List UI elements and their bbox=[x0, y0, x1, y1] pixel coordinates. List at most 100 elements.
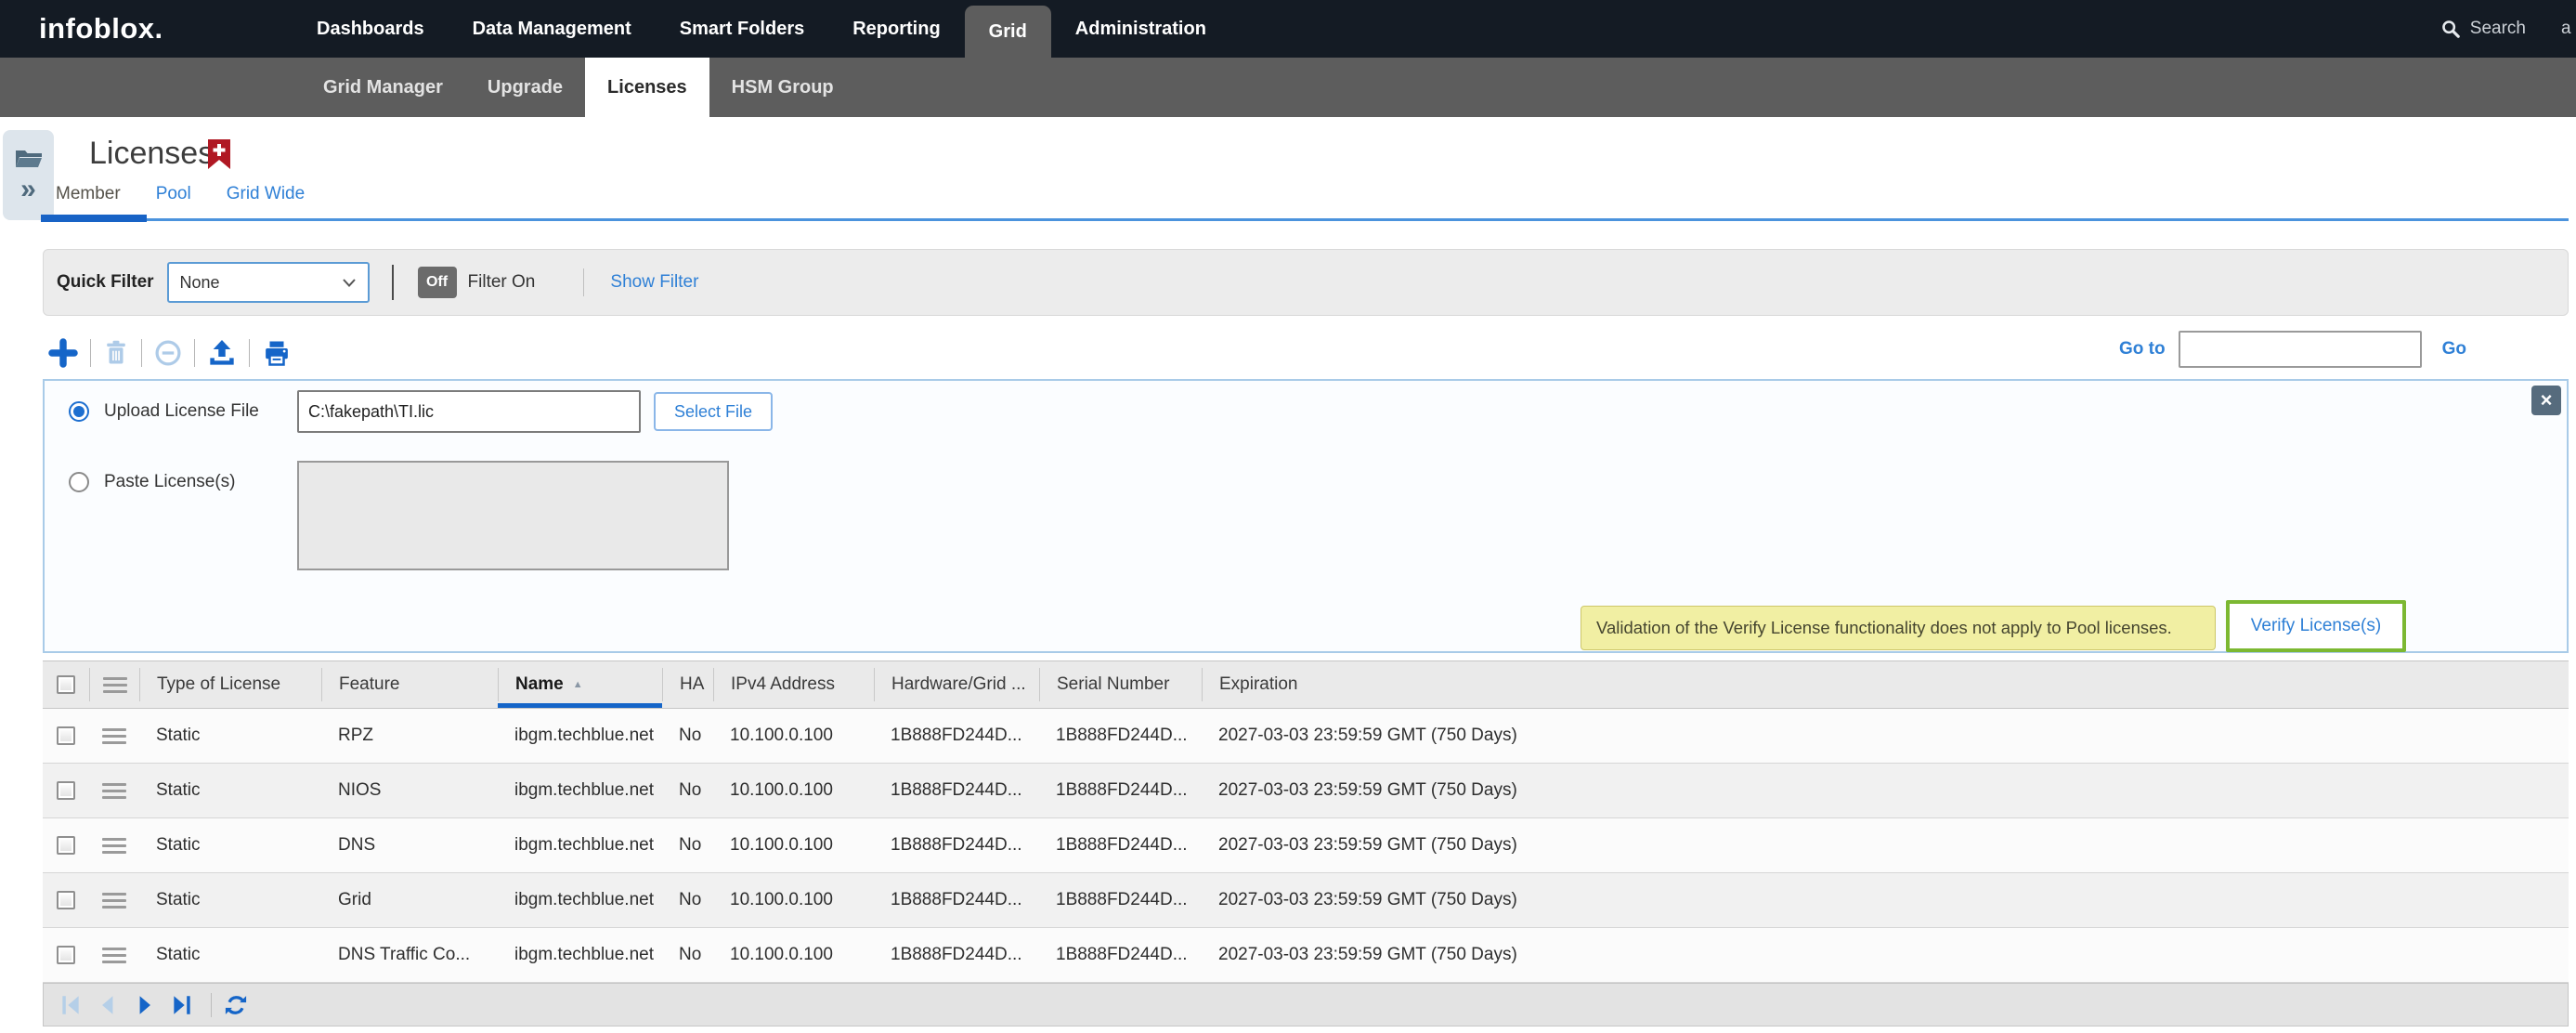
cell-expiration: 2027-03-03 23:59:59 GMT (750 Days) bbox=[1202, 780, 2569, 801]
upload-file-radio[interactable] bbox=[69, 401, 89, 422]
quick-filter-dropdown[interactable]: None bbox=[167, 262, 370, 303]
go-button[interactable]: Go bbox=[2442, 339, 2466, 360]
row-menu-icon[interactable] bbox=[89, 783, 139, 799]
goto-control: Go to Go bbox=[2119, 331, 2466, 368]
cell-ha: No bbox=[662, 726, 713, 746]
verify-licenses-button[interactable]: Verify License(s) bbox=[2226, 600, 2406, 652]
table-action-toolbar bbox=[48, 333, 292, 373]
nav-item-reporting[interactable]: Reporting bbox=[828, 0, 964, 58]
cell-ipv4-address: 10.100.0.100 bbox=[713, 945, 874, 965]
column-header-ha[interactable]: HA bbox=[662, 668, 713, 701]
cell-hardware-id: 1B888FD244D... bbox=[874, 835, 1039, 856]
row-checkbox[interactable] bbox=[43, 836, 89, 855]
row-checkbox[interactable] bbox=[43, 726, 89, 745]
row-checkbox[interactable] bbox=[43, 781, 89, 800]
cell-name: ibgm.techblue.net bbox=[498, 890, 662, 910]
finder-collapse-panel[interactable]: » bbox=[3, 130, 54, 220]
nav-item-administration[interactable]: Administration bbox=[1051, 0, 1230, 58]
cell-feature: NIOS bbox=[321, 780, 498, 801]
sort-ascending-icon: ▲ bbox=[573, 679, 583, 690]
column-header-serial[interactable]: Serial Number bbox=[1039, 668, 1202, 701]
close-icon[interactable]: × bbox=[2531, 386, 2561, 415]
filter-toggle-button[interactable]: Off bbox=[418, 267, 457, 298]
first-page-icon[interactable] bbox=[59, 993, 83, 1017]
nav-item-dashboards[interactable]: Dashboards bbox=[293, 0, 449, 58]
cell-ipv4-address: 10.100.0.100 bbox=[713, 726, 874, 746]
tab-pool[interactable]: Pool bbox=[156, 184, 191, 204]
folder-icon bbox=[15, 148, 43, 175]
quick-filter-bar: Quick Filter None Off Filter On Show Fil… bbox=[43, 249, 2569, 316]
search-label[interactable]: Search bbox=[2470, 19, 2526, 39]
column-header-expiration[interactable]: Expiration bbox=[1202, 668, 2569, 701]
cell-serial-number: 1B888FD244D... bbox=[1039, 835, 1202, 856]
print-icon[interactable] bbox=[262, 339, 292, 367]
subnav-item-grid-manager[interactable]: Grid Manager bbox=[301, 58, 465, 117]
subnav-item-upgrade[interactable]: Upgrade bbox=[465, 58, 585, 117]
previous-page-icon[interactable] bbox=[96, 993, 120, 1017]
row-menu-icon[interactable] bbox=[89, 893, 139, 909]
subnav-item-licenses[interactable]: Licenses bbox=[585, 58, 709, 117]
user-menu-partial-text[interactable]: a bbox=[2561, 19, 2574, 39]
next-page-icon[interactable] bbox=[133, 993, 157, 1017]
subnav-item-hsm-group[interactable]: HSM Group bbox=[709, 58, 856, 117]
validation-message: Validation of the Verify License functio… bbox=[1581, 606, 2216, 650]
paste-license-label: Paste License(s) bbox=[104, 472, 236, 492]
column-header-hardware[interactable]: Hardware/Grid ... bbox=[874, 668, 1039, 701]
license-table-row[interactable]: Static NIOS ibgm.techblue.net No 10.100.… bbox=[43, 764, 2569, 818]
paste-license-radio[interactable] bbox=[69, 472, 89, 492]
goto-input[interactable] bbox=[2179, 331, 2422, 368]
quick-filter-label: Quick Filter bbox=[57, 272, 154, 293]
license-table-row[interactable]: Static DNS Traffic Co... ibgm.techblue.n… bbox=[43, 928, 2569, 983]
search-icon[interactable] bbox=[2440, 19, 2461, 39]
active-tab-indicator bbox=[41, 215, 147, 222]
cell-serial-number: 1B888FD244D... bbox=[1039, 780, 1202, 801]
refresh-icon[interactable] bbox=[223, 992, 249, 1018]
nav-item-smart-folders[interactable]: Smart Folders bbox=[656, 0, 828, 58]
table-menu-icon[interactable] bbox=[89, 668, 139, 701]
nav-item-grid[interactable]: Grid bbox=[965, 6, 1051, 58]
license-table-row[interactable]: Static DNS ibgm.techblue.net No 10.100.0… bbox=[43, 818, 2569, 873]
column-header-type[interactable]: Type of License bbox=[139, 668, 321, 701]
show-filter-link[interactable]: Show Filter bbox=[610, 272, 698, 293]
cell-expiration: 2027-03-03 23:59:59 GMT (750 Days) bbox=[1202, 945, 2569, 965]
license-view-tabs: Member Pool Grid Wide bbox=[56, 184, 305, 204]
divider bbox=[249, 339, 250, 367]
paste-license-textarea[interactable] bbox=[297, 461, 729, 570]
tab-grid-wide[interactable]: Grid Wide bbox=[227, 184, 305, 204]
add-bookmark-icon[interactable] bbox=[208, 139, 230, 174]
license-table-row[interactable]: Static Grid ibgm.techblue.net No 10.100.… bbox=[43, 873, 2569, 928]
cell-type-of-license: Static bbox=[139, 835, 321, 856]
column-header-ipv4[interactable]: IPv4 Address bbox=[713, 668, 874, 701]
cell-ha: No bbox=[662, 780, 713, 801]
row-checkbox[interactable] bbox=[43, 891, 89, 909]
column-header-name[interactable]: Name ▲ bbox=[498, 668, 662, 701]
nav-item-data-management[interactable]: Data Management bbox=[449, 0, 656, 58]
column-header-feature[interactable]: Feature bbox=[321, 668, 498, 701]
cell-ipv4-address: 10.100.0.100 bbox=[713, 835, 874, 856]
add-icon[interactable] bbox=[48, 338, 78, 368]
license-file-path-input[interactable] bbox=[297, 390, 641, 433]
cell-name: ibgm.techblue.net bbox=[498, 945, 662, 965]
global-search[interactable]: Search a bbox=[2440, 0, 2574, 58]
sorted-column-indicator bbox=[498, 703, 662, 708]
select-all-checkbox[interactable] bbox=[43, 668, 89, 701]
tab-member[interactable]: Member bbox=[56, 184, 121, 204]
license-table-row[interactable]: Static RPZ ibgm.techblue.net No 10.100.0… bbox=[43, 709, 2569, 764]
row-menu-icon[interactable] bbox=[89, 838, 139, 854]
cell-hardware-id: 1B888FD244D... bbox=[874, 890, 1039, 910]
row-menu-icon[interactable] bbox=[89, 948, 139, 963]
upload-file-label: Upload License File bbox=[104, 401, 259, 422]
quick-filter-selected-value: None bbox=[180, 273, 220, 293]
tabs-underline bbox=[41, 218, 2569, 221]
select-file-button[interactable]: Select File bbox=[654, 392, 773, 431]
upload-file-option: Upload License File bbox=[69, 401, 259, 422]
delete-icon[interactable] bbox=[103, 339, 129, 367]
upload-icon[interactable] bbox=[207, 338, 237, 368]
cell-feature: Grid bbox=[321, 890, 498, 910]
last-page-icon[interactable] bbox=[170, 993, 194, 1017]
expand-chevrons-icon[interactable]: » bbox=[20, 177, 36, 203]
table-body: Static RPZ ibgm.techblue.net No 10.100.0… bbox=[43, 709, 2569, 983]
row-menu-icon[interactable] bbox=[89, 728, 139, 744]
row-checkbox[interactable] bbox=[43, 946, 89, 964]
restrict-icon[interactable] bbox=[154, 339, 182, 367]
